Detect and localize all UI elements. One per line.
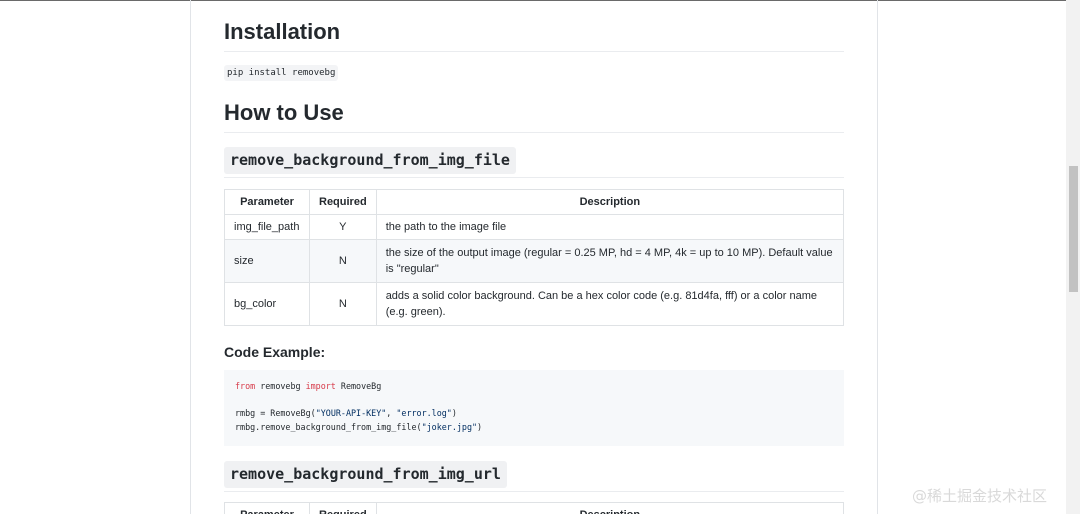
how-to-use-heading-rule: [224, 132, 844, 133]
code-line4-prefix: rmbg.remove_background_from_img_file(: [235, 421, 422, 432]
code-module: removebg: [255, 381, 306, 391]
code-keyword-import: import: [305, 381, 336, 391]
code-line3-sep: ,: [386, 408, 397, 418]
param-required: N: [309, 239, 377, 283]
section-title-img-file-rule: [224, 177, 844, 178]
table-row: size N the size of the output image (reg…: [224, 239, 845, 283]
code-line3-prefix: rmbg = RemoveBg(: [235, 408, 316, 418]
code-line3-suffix: ): [451, 408, 457, 418]
table-header-row: Parameter Required Description: [224, 502, 845, 514]
column-header-required: Required: [309, 189, 377, 215]
column-header-parameter: Parameter: [224, 502, 310, 514]
install-command: pip install removebg: [224, 65, 339, 81]
watermark-text: @稀土掘金技术社区: [912, 487, 1048, 505]
code-string-joker: "joker.jpg": [421, 421, 478, 432]
code-line4-suffix: ): [477, 421, 483, 432]
parameters-table-img-url: Parameter Required Description: [224, 502, 845, 514]
readme-page: Installation pip install removebg How to…: [190, 0, 878, 514]
param-name: bg_color: [224, 282, 310, 326]
param-name: img_file_path: [224, 214, 310, 240]
table-row: img_file_path Y the path to the image fi…: [224, 214, 845, 240]
param-name: size: [224, 239, 310, 283]
code-string-api-key: "YOUR-API-KEY": [315, 408, 387, 418]
code-example-block: from removebg import RemoveBg rmbg = Rem…: [224, 370, 844, 446]
parameters-table-img-file: Parameter Required Description img_file_…: [224, 189, 845, 326]
code-keyword-from: from: [235, 381, 256, 391]
how-to-use-heading: How to Use: [224, 100, 344, 125]
code-string-log: "error.log": [396, 408, 452, 418]
installation-heading: Installation: [224, 19, 341, 44]
column-header-required: Required: [309, 502, 377, 514]
column-header-description: Description: [375, 502, 845, 514]
scrollbar-thumb[interactable]: [1069, 166, 1078, 292]
section-title-img-file: remove_background_from_img_file: [224, 147, 516, 174]
param-description: the size of the output image (regular = …: [375, 239, 845, 283]
table-row: bg_color N adds a solid color background…: [224, 282, 845, 326]
table-header-row: Parameter Required Description: [224, 189, 845, 215]
param-required: Y: [309, 214, 377, 240]
column-header-parameter: Parameter: [224, 189, 310, 215]
code-import-name: RemoveBg: [335, 381, 382, 391]
param-description: adds a solid color background. Can be a …: [375, 282, 845, 326]
param-required: N: [309, 282, 377, 326]
param-description: the path to the image file: [375, 214, 845, 240]
code-example-label: Code Example:: [224, 344, 326, 360]
column-header-description: Description: [375, 189, 845, 215]
section-title-img-url-rule: [224, 491, 844, 492]
installation-heading-rule: [224, 51, 844, 52]
section-title-img-url: remove_background_from_img_url: [224, 461, 507, 488]
